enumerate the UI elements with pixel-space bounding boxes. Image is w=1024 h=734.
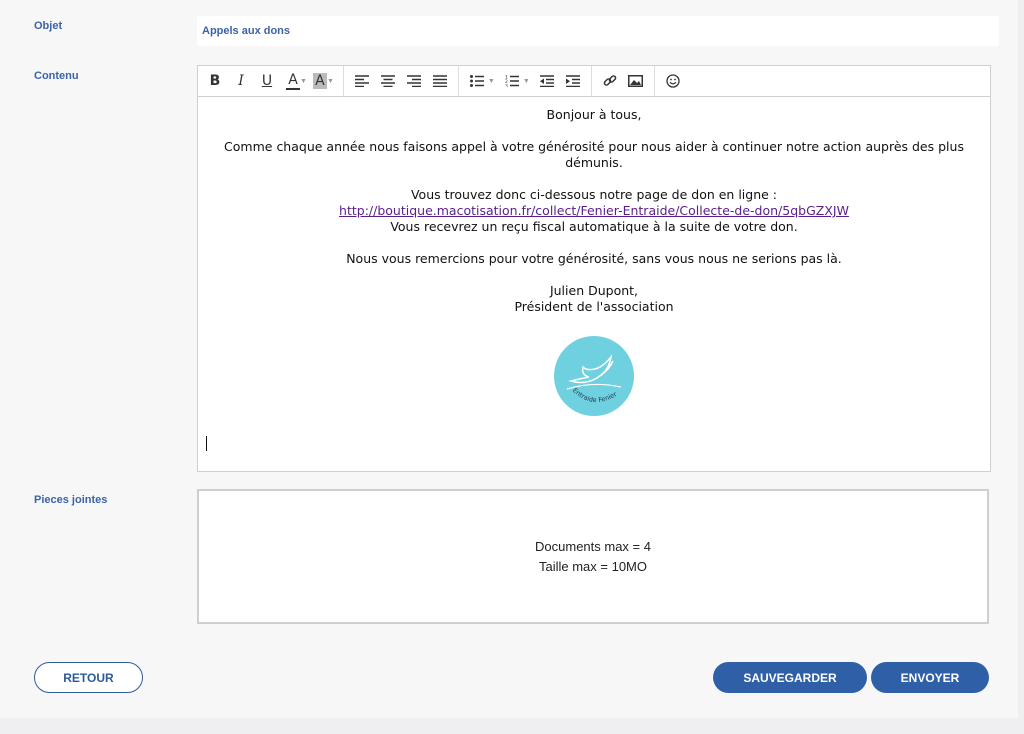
toolbar-divider bbox=[342, 65, 344, 97]
toolbar-divider bbox=[653, 65, 655, 97]
font-color-icon[interactable]: A bbox=[286, 72, 300, 90]
greeting-text: Bonjour à tous, bbox=[546, 107, 642, 122]
subject-label: Objet bbox=[34, 20, 63, 32]
background-color-icon[interactable]: A bbox=[312, 73, 327, 89]
editor-toolbar: B I U A ▼ A ▼ ▼ 123 ▼ bbox=[198, 65, 990, 97]
thanks-text: Nous vous remercions pour votre générosi… bbox=[346, 251, 842, 266]
association-logo: Entraide Fenier bbox=[553, 335, 635, 417]
attachments-dropzone[interactable]: Documents max = 4 Taille max = 10MO bbox=[197, 489, 989, 624]
appeal-paragraph: Comme chaque année nous faisons appel à … bbox=[224, 139, 964, 170]
receipt-text: Vous recevrez un reçu fiscal automatique… bbox=[390, 219, 798, 234]
donation-intro-text: Vous trouvez donc ci-dessous notre page … bbox=[410, 187, 778, 202]
toolbar-divider bbox=[457, 65, 459, 97]
text-cursor bbox=[206, 436, 207, 451]
italic-icon[interactable]: I bbox=[230, 70, 252, 92]
align-left-icon[interactable] bbox=[351, 70, 373, 92]
indent-icon[interactable] bbox=[562, 70, 584, 92]
subject-field-wrapper bbox=[197, 16, 999, 46]
emoji-icon[interactable] bbox=[662, 70, 684, 92]
back-button[interactable]: RETOUR bbox=[34, 662, 143, 693]
align-center-icon[interactable] bbox=[377, 70, 399, 92]
svg-text:3: 3 bbox=[505, 84, 508, 88]
underline-icon[interactable]: U bbox=[256, 70, 278, 92]
content-label: Contenu bbox=[34, 70, 79, 82]
signature-name: Julien Dupont, bbox=[549, 283, 639, 298]
chevron-down-icon[interactable]: ▼ bbox=[300, 78, 307, 85]
subject-input[interactable] bbox=[197, 16, 999, 46]
outdent-icon[interactable] bbox=[536, 70, 558, 92]
donation-link[interactable]: http://boutique.macotisation.fr/collect/… bbox=[339, 203, 849, 218]
bullet-list-icon[interactable] bbox=[466, 70, 488, 92]
image-icon[interactable] bbox=[625, 70, 647, 92]
align-justify-icon[interactable] bbox=[429, 70, 451, 92]
bold-icon[interactable]: B bbox=[204, 70, 226, 92]
save-button[interactable]: SAUVEGARDER bbox=[713, 662, 867, 693]
editor-content[interactable]: Bonjour à tous, Comme chaque année nous … bbox=[198, 97, 990, 417]
max-documents-text: Documents max = 4 bbox=[535, 538, 651, 554]
numbered-list-icon[interactable]: 123 bbox=[501, 70, 523, 92]
rich-text-editor: B I U A ▼ A ▼ ▼ 123 ▼ Bonjour à tous, Co… bbox=[197, 65, 991, 472]
chevron-down-icon[interactable]: ▼ bbox=[523, 78, 530, 85]
signature-title: Président de l'association bbox=[514, 299, 674, 314]
align-right-icon[interactable] bbox=[403, 70, 425, 92]
send-button[interactable]: ENVOYER bbox=[871, 662, 989, 693]
toolbar-divider bbox=[590, 65, 592, 97]
attachments-label: Pieces jointes bbox=[34, 494, 108, 506]
link-icon[interactable] bbox=[599, 70, 621, 92]
chevron-down-icon[interactable]: ▼ bbox=[327, 78, 334, 85]
chevron-down-icon[interactable]: ▼ bbox=[488, 78, 495, 85]
max-size-text: Taille max = 10MO bbox=[538, 558, 647, 574]
